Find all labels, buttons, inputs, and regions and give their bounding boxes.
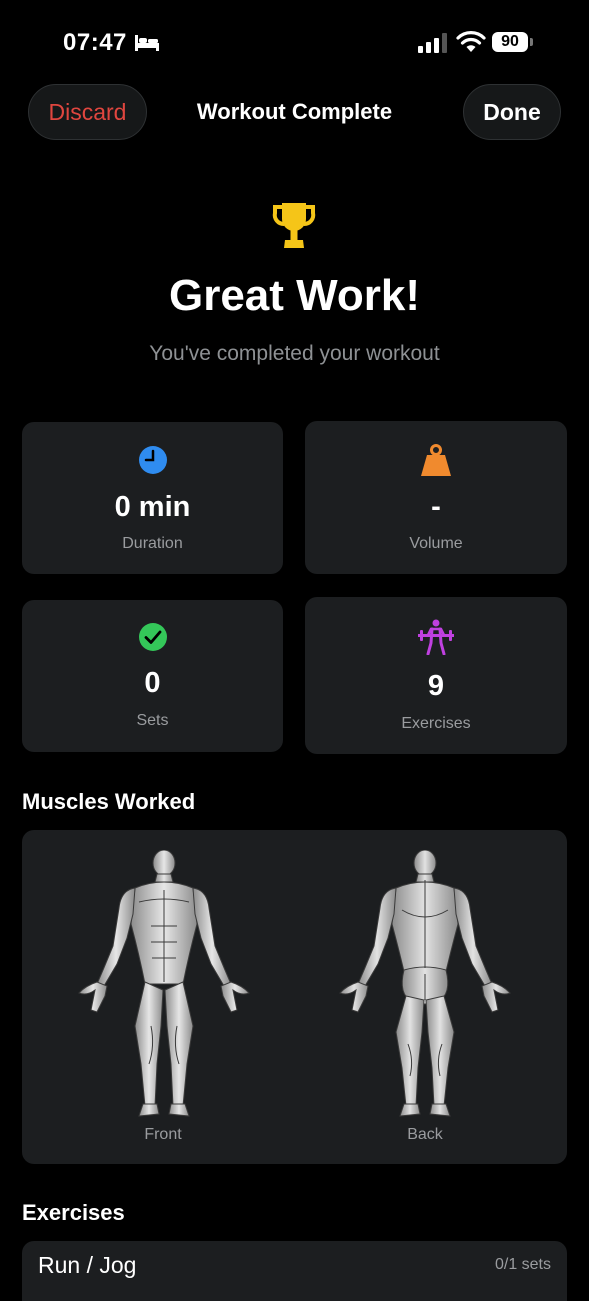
weightlifter-icon xyxy=(418,619,454,655)
status-time: 07:47 xyxy=(63,29,127,56)
sleep-focus-icon xyxy=(135,35,159,51)
stat-card-duration: 0 min Duration xyxy=(22,422,283,574)
stat-label: Volume xyxy=(409,535,463,552)
exercises-section-title: Exercises xyxy=(22,1200,125,1225)
stat-value: 0 min xyxy=(114,491,191,523)
wifi-icon xyxy=(456,31,486,52)
stat-value: - xyxy=(431,491,441,523)
body-back-label: Back xyxy=(407,1126,443,1143)
clock-icon xyxy=(138,446,167,474)
body-back-figure xyxy=(339,850,511,1117)
stat-label: Exercises xyxy=(401,715,471,732)
stat-card-exercises: 9 Exercises xyxy=(305,597,567,754)
battery-level: 90 xyxy=(492,32,528,52)
stat-value: 9 xyxy=(427,670,445,702)
body-front-label: Front xyxy=(144,1126,182,1143)
hero-title: Great Work! xyxy=(168,271,421,320)
stat-label: Sets xyxy=(136,712,169,729)
exercise-name: Run / Jog xyxy=(38,1252,137,1278)
muscle-map-card: Front Back xyxy=(22,830,567,1164)
cellular-signal-icon xyxy=(418,33,447,53)
hero-subtitle: You've completed your workout xyxy=(149,342,440,365)
done-button[interactable]: Done xyxy=(463,84,561,140)
stat-card-sets: 0 Sets xyxy=(22,600,283,752)
checkmark-icon xyxy=(138,623,167,651)
battery-indicator: 90 xyxy=(492,32,534,54)
muscles-section-title: Muscles Worked xyxy=(22,789,196,814)
body-front-figure xyxy=(78,850,250,1117)
trophy-icon xyxy=(272,203,316,248)
stat-card-volume: - Volume xyxy=(305,421,567,574)
exercise-row[interactable]: Run / Jog 0/1 sets xyxy=(22,1241,567,1301)
exercise-sets-count: 0/1 sets xyxy=(494,1256,551,1273)
weight-icon xyxy=(421,444,451,476)
stat-value: 0 xyxy=(144,667,161,699)
stat-label: Duration xyxy=(122,535,183,552)
